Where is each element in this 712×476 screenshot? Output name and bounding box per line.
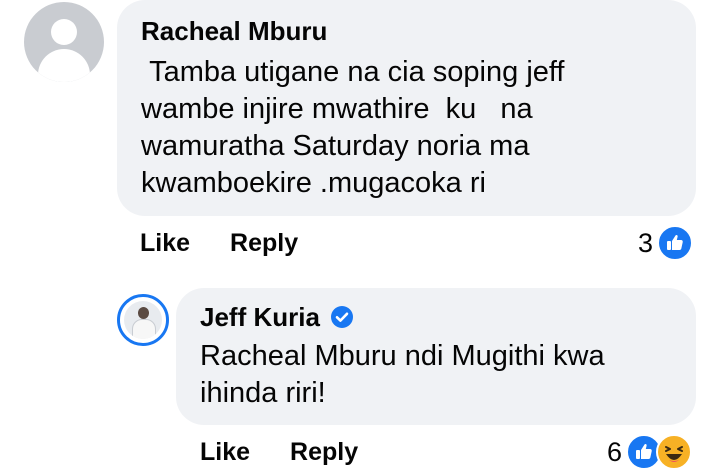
comment-actions: Like Reply <box>200 438 358 467</box>
comment-text: Racheal Mburu ndi Mugithi kwa ihinda rir… <box>200 340 605 409</box>
profile-avatar[interactable] <box>117 294 169 346</box>
photo-head-shape <box>138 307 149 319</box>
comment-author[interactable]: Jeff Kuria <box>200 300 674 334</box>
author-name[interactable]: Jeff Kuria <box>200 300 320 334</box>
verified-badge-icon <box>330 305 354 329</box>
like-button[interactable]: Like <box>200 438 250 467</box>
avatar-head-shape <box>51 19 77 45</box>
like-button[interactable]: Like <box>140 229 190 258</box>
haha-icon <box>656 434 693 470</box>
default-avatar[interactable] <box>24 2 104 82</box>
photo-body-shape <box>132 319 156 339</box>
reaction-count: 6 <box>607 436 623 467</box>
comment-actions: Like Reply <box>140 229 298 258</box>
reaction-summary[interactable]: 3 <box>638 225 694 261</box>
reply-bubble: Jeff Kuria Racheal Mburu ndi Mugithi kwa… <box>176 288 696 425</box>
comment-author[interactable]: Racheal Mburu <box>141 14 674 48</box>
like-icon <box>657 225 694 261</box>
comment-thread: Racheal Mburu Tamba utigane na cia sopin… <box>0 0 712 476</box>
reaction-count: 3 <box>638 227 654 258</box>
reaction-summary[interactable]: 6 <box>607 434 693 470</box>
author-name[interactable]: Racheal Mburu <box>141 14 327 48</box>
reply-button[interactable]: Reply <box>290 438 358 467</box>
comment-text: Tamba utigane na cia soping jeff wambe i… <box>141 56 565 199</box>
profile-photo <box>124 301 162 339</box>
avatar-shoulders-shape <box>38 49 90 82</box>
reply-button[interactable]: Reply <box>230 229 298 258</box>
comment-bubble: Racheal Mburu Tamba utigane na cia sopin… <box>117 0 696 216</box>
